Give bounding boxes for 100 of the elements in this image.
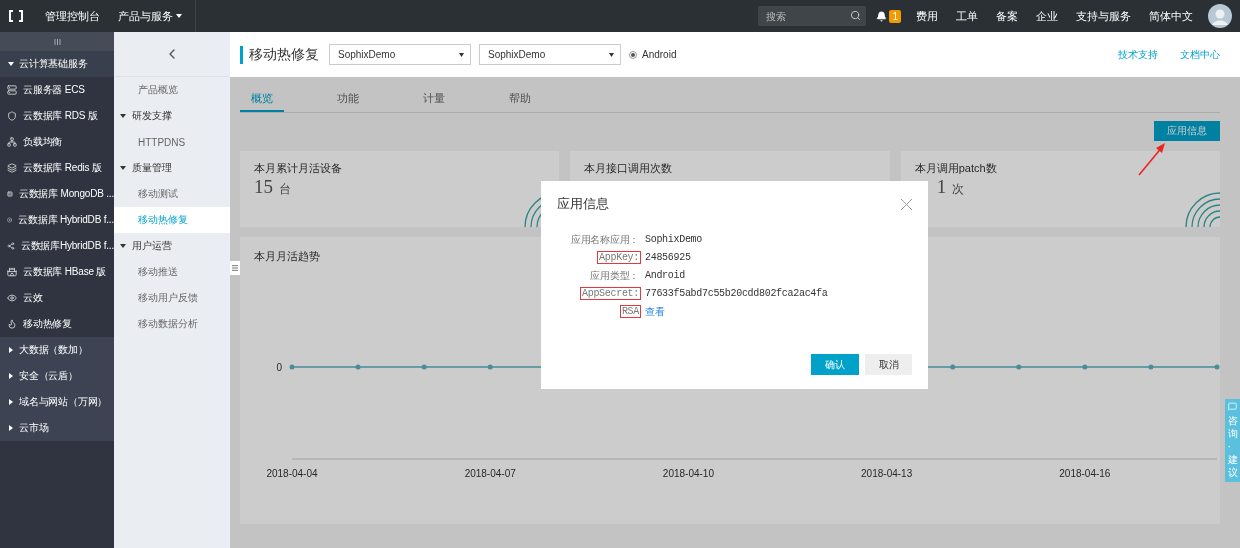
sidebar-group[interactable]: 云计算基础服务 — [0, 51, 114, 77]
item-label: 云数据库 RDS 版 — [23, 109, 98, 123]
console-link[interactable]: 管理控制台 — [36, 0, 109, 32]
avatar[interactable] — [1208, 4, 1232, 28]
sidebar-group[interactable]: 大数据（数加） — [0, 337, 114, 363]
triangle-icon — [8, 347, 14, 353]
subnav-item[interactable]: 产品概览 — [114, 77, 230, 103]
nav-link[interactable]: 企业 — [1027, 0, 1067, 32]
x-tick-label: 2018-04-16 — [1059, 468, 1111, 479]
item-label: 云数据库 MongoDB ... — [18, 187, 114, 201]
info-value: 24856925 — [645, 252, 691, 263]
subnav-item[interactable]: 移动测试 — [114, 181, 230, 207]
sidebar-item[interactable]: 云服务器 ECS — [0, 77, 114, 103]
x-tick-label: 2018-04-10 — [662, 468, 714, 479]
caret-icon — [609, 52, 614, 57]
sidebar-item[interactable]: 云数据库 RDS 版 — [0, 103, 114, 129]
subnav-group[interactable]: 质量管理 — [114, 155, 230, 181]
sidebar-item[interactable]: 云数据库 MongoDB ... — [0, 181, 114, 207]
app-select[interactable]: SophixDemo — [329, 44, 471, 65]
stat-value: 1 — [936, 176, 947, 198]
subnav-item[interactable]: 移动推送 — [114, 259, 230, 285]
radio-label: Android — [642, 49, 677, 60]
sidebar-item[interactable]: 云效 — [0, 285, 114, 311]
group-label: 云市场 — [19, 421, 49, 435]
tab[interactable]: 功能 — [326, 87, 370, 112]
products-menu[interactable]: 产品与服务 — [109, 0, 191, 32]
view-link[interactable]: 查看 — [645, 304, 665, 319]
nav-link[interactable]: 支持与服务 — [1067, 0, 1140, 32]
info-label: AppKey: — [597, 251, 641, 264]
app-select[interactable]: SophixDemo — [479, 44, 621, 65]
sidebar-group[interactable]: 安全（云盾） — [0, 363, 114, 389]
stat-value: 15 — [254, 176, 273, 198]
item-label: 负载均衡 — [23, 135, 63, 149]
nav-link[interactable]: 备案 — [987, 0, 1027, 32]
service-icon — [7, 293, 17, 303]
info-label: RSA — [619, 305, 641, 318]
service-icon — [7, 189, 13, 199]
stat-title: 本月调用patch数 — [914, 161, 997, 176]
group-label: 域名与网站（万网） — [19, 395, 108, 409]
item-label: 云数据库HybridDB f... — [20, 239, 114, 253]
sidebar-group[interactable]: 云市场 — [0, 415, 114, 441]
item-label: 云效 — [23, 291, 43, 305]
service-icon — [7, 111, 17, 121]
x-tick-label: 2018-04-13 — [861, 468, 913, 479]
subnav-item[interactable]: 移动用户反馈 — [114, 285, 230, 311]
nav-link[interactable]: 简体中文 — [1140, 0, 1202, 32]
stat-title: 本月累计月活设备 — [254, 161, 342, 176]
nav-link[interactable]: 工单 — [947, 0, 987, 32]
grip-handle[interactable] — [230, 261, 240, 275]
logo-icon[interactable] — [8, 10, 24, 22]
info-value: 77633f5abd7c55b20cdd802fca2ac4fa — [645, 288, 828, 299]
bell-icon[interactable] — [876, 10, 888, 22]
subnav-group[interactable]: 研发支撑 — [114, 103, 230, 129]
collapse-handle-icon[interactable] — [53, 38, 61, 45]
triangle-icon — [120, 243, 126, 249]
annotation-arrow — [1137, 141, 1167, 177]
service-icon — [7, 267, 17, 277]
caret-icon — [176, 14, 182, 18]
sidebar-item[interactable]: 移动热修复 — [0, 311, 114, 337]
nav-link[interactable]: 费用 — [907, 0, 947, 32]
chart-title: 本月月活趋势 — [254, 249, 320, 264]
subnav-item[interactable]: HTTPDNS — [114, 129, 230, 155]
stat-title: 本月接口调用次数 — [584, 161, 673, 176]
triangle-icon — [8, 61, 14, 67]
info-label: AppSecret: — [580, 287, 641, 300]
dialog-title: 应用信息 — [557, 195, 609, 213]
close-icon[interactable] — [901, 198, 912, 210]
search-icon[interactable] — [850, 10, 862, 21]
search-field[interactable]: 搜索 — [758, 6, 867, 26]
chat-icon — [1228, 402, 1237, 411]
group-label: 大数据（数加） — [19, 343, 88, 357]
item-label: 云数据库 Redis 版 — [23, 161, 102, 175]
group-label: 云计算基础服务 — [19, 57, 88, 71]
notification-count: 1 — [889, 9, 901, 23]
x-tick-label: 2018-04-04 — [266, 468, 318, 479]
service-icon — [7, 163, 17, 173]
tab[interactable]: 计量 — [412, 87, 456, 112]
sidebar-item[interactable]: 云数据库 HybridDB f... — [0, 207, 114, 233]
caret-icon — [459, 52, 464, 57]
service-icon — [7, 215, 13, 225]
info-label: 应用名称应用： — [570, 233, 640, 248]
triangle-icon — [120, 165, 126, 171]
cancel-button[interactable]: 取消 — [865, 354, 912, 375]
item-label: 移动热修复 — [23, 317, 72, 331]
tab[interactable]: 帮助 — [498, 87, 542, 112]
sidebar-item[interactable]: 云数据库 Redis 版 — [0, 155, 114, 181]
subnav-item[interactable]: 移动数据分析 — [114, 311, 230, 337]
sidebar-item[interactable]: 负载均衡 — [0, 129, 114, 155]
group-label: 研发支撑 — [132, 109, 172, 123]
service-icon — [7, 241, 15, 251]
sidebar-group[interactable]: 域名与网站（万网） — [0, 389, 114, 415]
item-label: 云服务器 ECS — [23, 83, 85, 97]
page-title: 移动热修复 — [240, 45, 319, 64]
service-icon — [7, 85, 17, 95]
stat-unit: 次 — [952, 181, 965, 198]
item-label: 云数据库 HybridDB f... — [18, 213, 114, 227]
sidebar-item[interactable]: 云数据库 HBase 版 — [0, 259, 114, 285]
sidebar-item[interactable]: 云数据库HybridDB f... — [0, 233, 114, 259]
triangle-icon — [120, 113, 126, 119]
subnav-group[interactable]: 用户运营 — [114, 233, 230, 259]
